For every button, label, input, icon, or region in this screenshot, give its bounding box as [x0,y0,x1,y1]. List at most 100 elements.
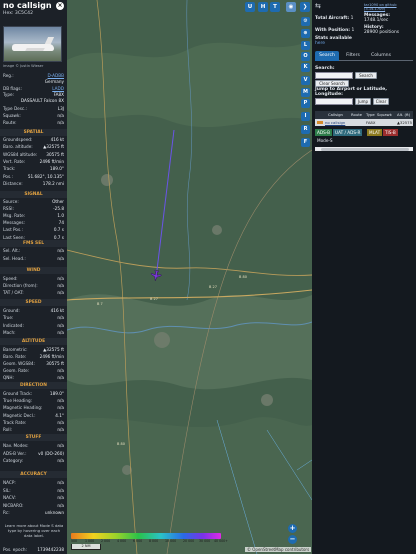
alt-label: 40 000+ [214,539,228,543]
road-label: B 27 [150,297,158,301]
map-canvas[interactable]: B 7 B 27 B 27 B 80 B 80 [67,0,312,554]
map-button-f[interactable]: F [301,138,310,147]
map-button-r[interactable]: R [301,125,310,134]
map-scale: 2 NM [71,544,101,550]
search-button[interactable]: Search [355,72,377,79]
stuff-value: n/a [57,443,64,448]
spatial-row: Groundspeed: 416 kt [3,137,64,143]
spatial-row: Pos.: 51.682°, 10.135° [3,174,64,180]
aircraft-photo[interactable] [3,26,62,62]
direction-value: n/a [57,419,64,425]
town-area [154,332,170,348]
altitude-value: ▲32575 ft [43,347,64,352]
type-desc-value: L3J [57,106,64,111]
search-input[interactable] [315,72,353,79]
spatial-label: Distance: [3,180,23,186]
speed-value: n/a [57,329,64,335]
map-button-i[interactable]: I [301,112,310,121]
map-button-k[interactable]: K [301,63,310,72]
road-label: B 80 [239,275,247,279]
row-callsign[interactable]: no callsign [325,119,345,126]
signal-row: Last Pos.: 0.7 s [3,227,64,233]
close-icon[interactable]: × [56,2,64,10]
table-scrollbar[interactable] [315,147,413,151]
tab-search[interactable]: Search [315,51,339,61]
road-label: B 7 [97,302,103,306]
version-link[interactable]: tar1090 on github (3.14.1709) [364,3,416,11]
jump-input[interactable] [315,98,353,105]
alt-label: 4 000 [117,539,127,543]
signal-row: Messages: 74 [3,220,64,226]
column-callsign[interactable]: Callsign [328,111,343,119]
map-button-p[interactable]: P [301,99,310,108]
zoom-out-button[interactable]: − [288,535,297,544]
stuff-value: v0 (DO-260) [38,450,64,456]
column-squawk[interactable]: Squawk [377,111,392,119]
alt-label: 6 000 [133,539,143,543]
direction-row: Magnetic Heading: n/a [3,405,64,411]
speed-label: Mach: [3,329,16,335]
aircraft-table-header: Callsign Route Type Squawk Alt. (ft) [315,111,413,119]
speed-row: Indicated: n/a [3,323,64,329]
accuracy-value: n/a [57,480,64,485]
map-button-m[interactable]: M [301,88,310,97]
tab-filters[interactable]: Filters [341,51,365,61]
accuracy-row: NICBARO: n/a [3,503,64,509]
crosshair-icon[interactable]: ⊕ [301,29,310,38]
scrollbar-thumb[interactable] [321,147,409,151]
map-button-v[interactable]: V [301,76,310,85]
legend-chip-tisb: TIS-B [383,129,398,136]
road-label: B 80 [117,442,125,446]
section-accuracy: ACCURACY [0,471,67,478]
clear-button[interactable]: Clear [373,98,389,105]
map-button-u[interactable]: U [245,2,255,12]
settings-gear-icon[interactable]: ⚙ [301,17,310,26]
spatial-row: WGS84 altitude: 30575 ft [3,152,64,158]
altitude-value: 2496 ft/min [39,354,64,360]
column-altitude[interactable]: Alt. (ft) [397,111,410,119]
route-label: Route: [3,120,17,125]
direction-label: Roll: [3,427,13,432]
signal-value: 74 [58,220,64,226]
spatial-label: Track: [3,166,16,172]
map-button-t[interactable]: T [270,2,280,12]
altitude-value: n/a [57,368,64,374]
wind-row: TAT / OAT: n/a [3,290,64,296]
accuracy-value: n/a [57,487,64,493]
layers-icon[interactable]: ◉ [286,2,296,12]
map-attribution[interactable]: © OpenStreetMap contributors [245,547,312,552]
hex-code: Hex: 3C5C42 [3,11,34,16]
direction-label: Ground Track: [3,391,33,396]
altitude-row: Barometric: ▲32575 ft [3,347,64,353]
speed-label: True: [3,315,14,321]
zoom-in-button[interactable]: + [288,524,297,533]
map-button-o[interactable]: O [301,52,310,61]
spatial-label: Groundspeed: [3,137,33,142]
direction-value: n/a [57,398,64,404]
legend-chip-uat: UAT / ADS-R [333,129,363,136]
spatial-row: Distance: 178.2 nmi [3,181,64,187]
stats-link[interactable]: here [315,41,325,47]
map-button-h[interactable]: H [258,2,268,12]
speed-value: 416 kt [50,308,64,313]
spatial-value: 416 kt [50,137,64,142]
column-route[interactable]: Route [351,111,362,119]
speed-value: n/a [57,315,64,321]
column-type[interactable]: Type [366,111,375,119]
altitude-label: Geom. WGS84: [3,361,35,367]
clear-search-button[interactable]: Clear Search [315,80,349,87]
spatial-label: Baro. altitude: [3,144,33,150]
stuff-row: Category: n/a [3,458,64,464]
arrows-icon[interactable]: ⇆ [315,2,323,10]
fms-row: Sel. Head.: n/a [3,256,64,262]
jet-wing-shape [25,48,45,51]
tab-columns[interactable]: Columns [367,51,395,61]
pos-epoch-value: 1739442238 [37,547,64,552]
accuracy-row: Rc: unknown [3,510,64,516]
map-view[interactable]: B 7 B 27 B 27 B 80 B 80 U H T ◉ ❯ ⚙ ⊕ L … [67,0,312,554]
altitude-label: Barometric: [3,347,28,352]
table-row[interactable]: no callsign FA8X ▲32575 [315,119,413,126]
collapse-sidebar-icon[interactable]: ❯ [300,2,310,12]
jump-button[interactable]: Jump [355,98,371,105]
map-button-l[interactable]: L [301,41,310,50]
